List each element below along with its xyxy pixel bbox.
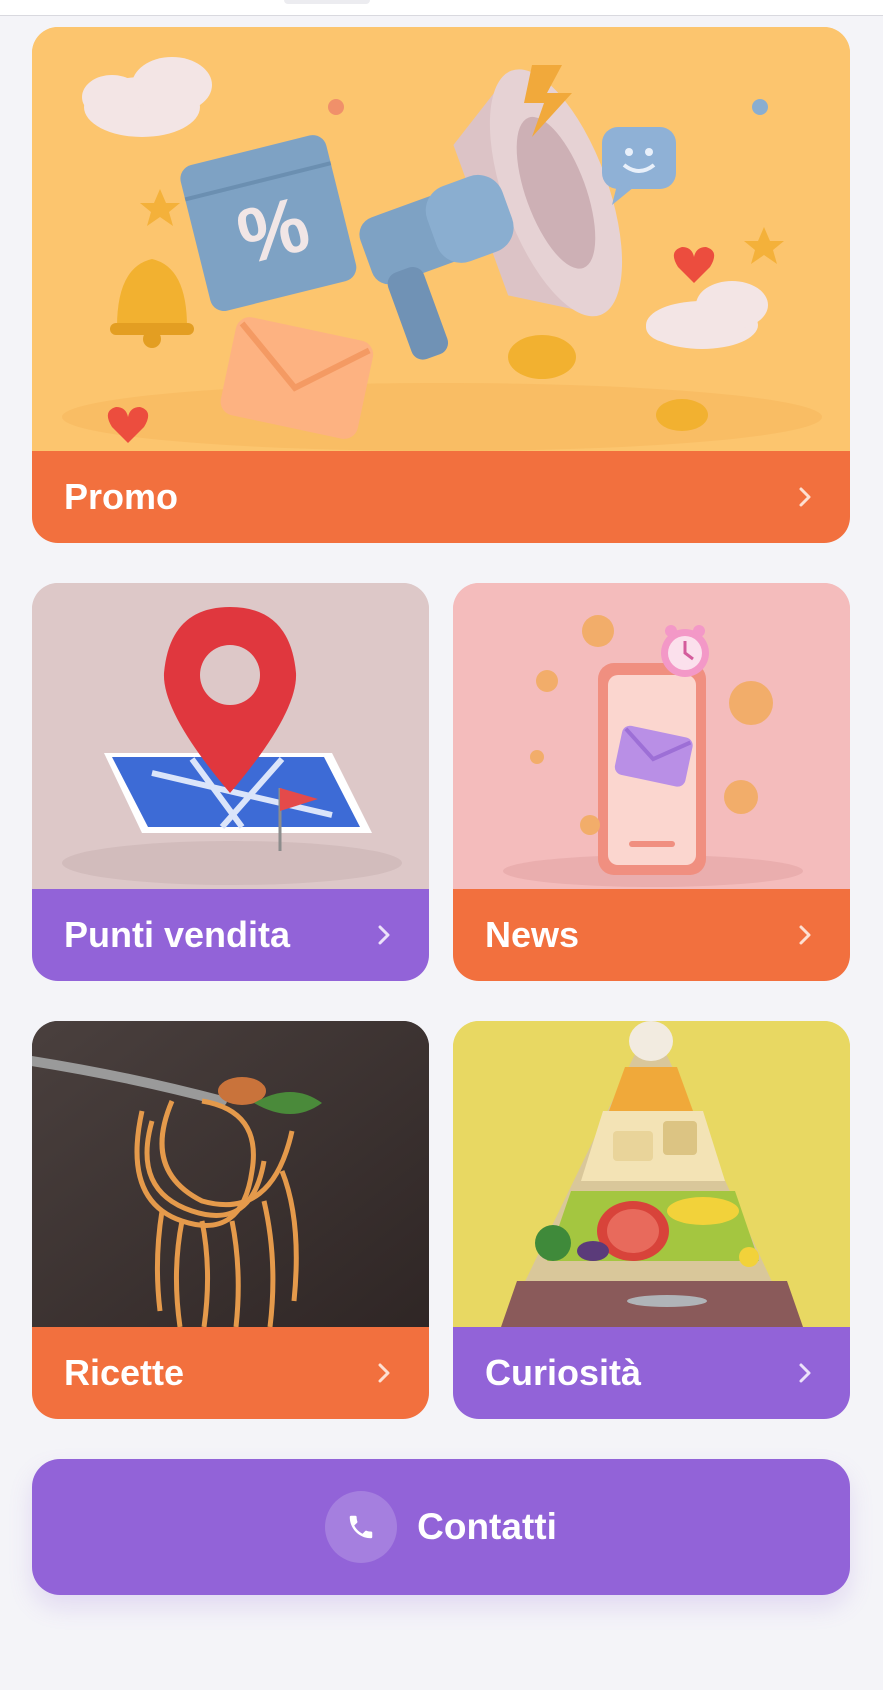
promo-label-bar: Promo xyxy=(32,451,850,543)
punti-vendita-label-bar: Punti vendita xyxy=(32,889,429,981)
ricette-card[interactable]: Ricette xyxy=(32,1021,429,1419)
top-status-bar xyxy=(0,0,883,16)
chevron-right-icon xyxy=(792,1360,818,1386)
chevron-right-icon xyxy=(371,1360,397,1386)
news-label-bar: News xyxy=(453,889,850,981)
news-label: News xyxy=(485,914,580,955)
news-image xyxy=(453,583,850,889)
punti-vendita-image xyxy=(32,583,429,889)
ricette-image xyxy=(32,1021,429,1327)
contatti-label: Contatti xyxy=(417,1506,557,1547)
chevron-right-icon xyxy=(792,484,818,510)
chevron-right-icon xyxy=(792,922,818,948)
phone-icon xyxy=(325,1491,398,1563)
curiosita-image xyxy=(453,1021,850,1327)
status-bar-notch xyxy=(284,0,370,4)
ricette-label-bar: Ricette xyxy=(32,1327,429,1419)
promo-image: % xyxy=(32,27,850,451)
ricette-label: Ricette xyxy=(64,1352,185,1393)
chevron-right-icon xyxy=(371,922,397,948)
contatti-button[interactable]: Contatti xyxy=(32,1459,850,1595)
curiosita-card[interactable]: Curiosità xyxy=(453,1021,850,1419)
curiosita-label-bar: Curiosità xyxy=(453,1327,850,1419)
news-card[interactable]: News xyxy=(453,583,850,981)
promo-card[interactable]: % Promo xyxy=(32,27,850,543)
promo-label: Promo xyxy=(64,476,179,517)
punti-vendita-card[interactable]: Punti vendita xyxy=(32,583,429,981)
punti-vendita-label: Punti vendita xyxy=(64,914,291,955)
curiosita-label: Curiosità xyxy=(485,1352,642,1393)
